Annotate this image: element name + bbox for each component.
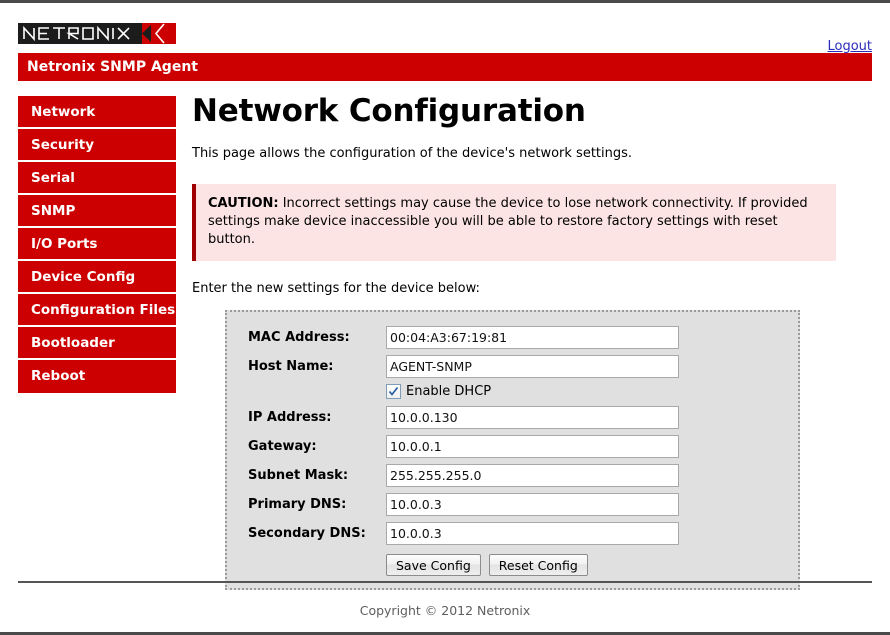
primary-dns-input[interactable]: [386, 493, 679, 516]
caution-text: Incorrect settings may cause the device …: [208, 196, 808, 247]
caution-box: CAUTION: Incorrect settings may cause th…: [192, 184, 836, 261]
host-name-input[interactable]: [386, 355, 679, 378]
gateway-label: Gateway:: [248, 439, 317, 454]
sidebar-item-serial[interactable]: Serial: [18, 162, 176, 195]
form-row-primary-dns: Primary DNS:: [227, 493, 798, 516]
sidebar-nav: Network Security Serial SNMP I/O Ports D…: [18, 96, 176, 393]
subnet-mask-label: Subnet Mask:: [248, 468, 349, 483]
enable-dhcp-label[interactable]: Enable DHCP: [406, 384, 491, 399]
network-settings-form: MAC Address: Host Name: Enable DHCP IP A…: [225, 310, 800, 590]
save-config-button[interactable]: Save Config: [386, 554, 481, 576]
reset-config-button[interactable]: Reset Config: [488, 554, 588, 576]
gateway-input[interactable]: [386, 435, 679, 458]
mac-address-label: MAC Address:: [248, 330, 350, 345]
form-row-ip-address: IP Address:: [227, 406, 798, 429]
sidebar-item-io-ports[interactable]: I/O Ports: [18, 228, 176, 261]
secondary-dns-label: Secondary DNS:: [248, 526, 366, 541]
sidebar-item-configuration-files[interactable]: Configuration Files: [18, 294, 176, 327]
ip-address-input[interactable]: [386, 406, 679, 429]
form-button-row: Save Config Reset Config: [227, 554, 798, 576]
sidebar-item-bootloader[interactable]: Bootloader: [18, 327, 176, 360]
primary-dns-label: Primary DNS:: [248, 497, 347, 512]
host-name-label: Host Name:: [248, 359, 334, 374]
sidebar-item-device-config[interactable]: Device Config: [18, 261, 176, 294]
page-root: Logout Netronix SNMP Agent Network Secur…: [0, 0, 890, 635]
form-row-host-name: Host Name:: [227, 355, 798, 378]
form-row-enable-dhcp: Enable DHCP: [227, 384, 798, 399]
sidebar-item-reboot[interactable]: Reboot: [18, 360, 176, 393]
ip-address-label: IP Address:: [248, 410, 332, 425]
footer-copyright: Copyright © 2012 Netronix: [359, 603, 531, 618]
enable-dhcp-checkbox[interactable]: [386, 384, 401, 399]
app-title-banner: Netronix SNMP Agent: [18, 53, 872, 81]
logout-link[interactable]: Logout: [827, 39, 872, 54]
page-title: Network Configuration: [192, 93, 586, 129]
form-row-subnet-mask: Subnet Mask:: [227, 464, 798, 487]
form-row-mac-address: MAC Address:: [227, 326, 798, 349]
sidebar-item-security[interactable]: Security: [18, 129, 176, 162]
form-row-gateway: Gateway:: [227, 435, 798, 458]
sidebar-item-network[interactable]: Network: [18, 96, 176, 129]
main-content: Network Configuration This page allows t…: [192, 91, 872, 590]
page-intro-text: This page allows the configuration of th…: [192, 146, 633, 161]
enter-settings-text: Enter the new settings for the device be…: [192, 281, 480, 296]
caution-prefix: CAUTION:: [208, 196, 279, 211]
subnet-mask-input[interactable]: [386, 464, 679, 487]
top-bar: Logout: [0, 6, 890, 54]
mac-address-input[interactable]: [386, 326, 679, 349]
checkmark-icon: [388, 387, 399, 396]
logout-container: Logout: [827, 39, 872, 54]
secondary-dns-input[interactable]: [386, 522, 679, 545]
netronix-logo: [18, 23, 176, 44]
footer-divider: [18, 581, 872, 583]
sidebar-item-snmp[interactable]: SNMP: [18, 195, 176, 228]
form-row-secondary-dns: Secondary DNS:: [227, 522, 798, 545]
